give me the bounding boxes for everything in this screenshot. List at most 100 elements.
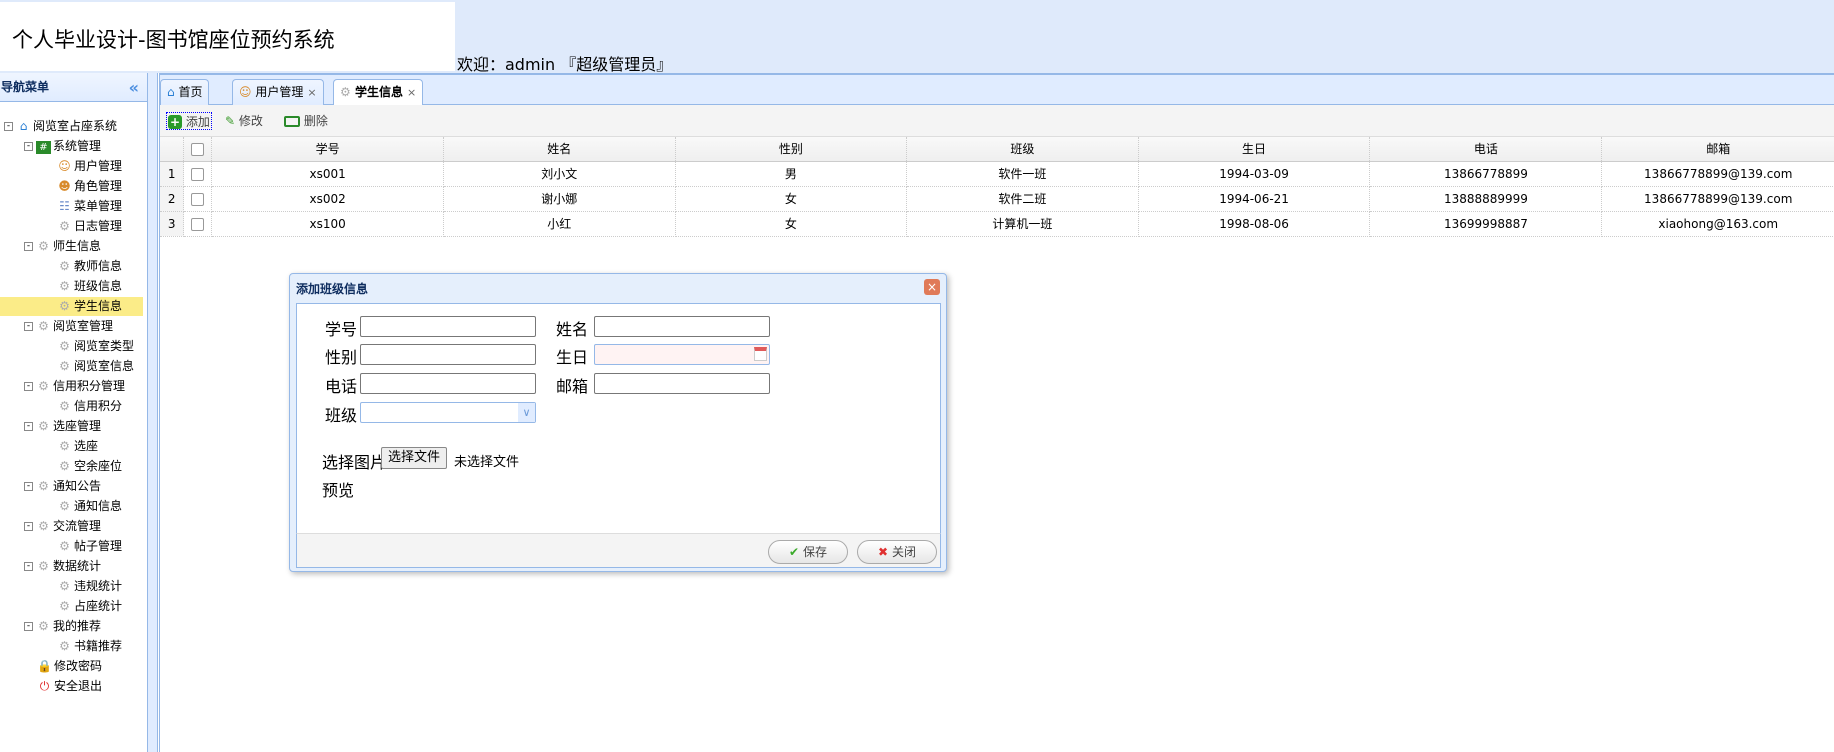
- collapse-toggle-icon[interactable]: -: [24, 142, 33, 151]
- email-input[interactable]: [594, 373, 770, 394]
- nav-item-label: 书籍推荐: [74, 639, 123, 653]
- home-icon: ⌂: [19, 119, 28, 133]
- collapse-icon[interactable]: «: [129, 73, 139, 102]
- nav-item[interactable]: - ⌂ 阅览室占座系统: [0, 117, 143, 136]
- nav-item[interactable]: ⚙ 空余座位: [0, 457, 143, 476]
- nav-item[interactable]: ⚙ 阅览室类型: [0, 337, 143, 356]
- calendar-icon[interactable]: [754, 347, 767, 361]
- nav-item[interactable]: ☺ 用户管理: [0, 157, 143, 176]
- add-button[interactable]: + 添加: [166, 112, 212, 130]
- nav-item[interactable]: ⚙ 帖子管理: [0, 537, 143, 556]
- collapse-toggle-icon[interactable]: -: [24, 382, 33, 391]
- nav-item[interactable]: - # 系统管理: [0, 137, 143, 156]
- gear-icon: ⚙: [59, 459, 70, 473]
- nav-item[interactable]: ⏻ 安全退出: [0, 677, 143, 696]
- collapse-toggle-icon[interactable]: -: [24, 242, 33, 251]
- collapse-toggle-icon[interactable]: -: [24, 622, 33, 631]
- table-cell: 13699998887: [1369, 211, 1603, 237]
- nav-item[interactable]: - ⚙ 我的推荐: [0, 617, 143, 636]
- nav-item-label: 通知信息: [74, 499, 123, 513]
- column-header[interactable]: 电话: [1369, 137, 1603, 162]
- nav-item[interactable]: ⚙ 阅览室信息: [0, 357, 143, 376]
- row-number: 2: [160, 186, 185, 212]
- gear-icon: ⚙: [59, 259, 70, 273]
- table-cell: 13866778899@139.com: [1601, 186, 1834, 212]
- nav-item[interactable]: - ⚙ 交流管理: [0, 517, 143, 536]
- close-icon[interactable]: ×: [407, 86, 416, 99]
- select-all-checkbox[interactable]: [183, 137, 213, 162]
- collapse-toggle-icon[interactable]: -: [24, 562, 33, 571]
- nav-item[interactable]: - ⚙ 数据统计: [0, 557, 143, 576]
- edit-label: 修改: [238, 114, 263, 128]
- column-header[interactable]: 邮箱: [1601, 137, 1834, 162]
- sno-label: 学号: [325, 320, 358, 339]
- chevron-down-icon[interactable]: ∨: [518, 403, 535, 422]
- column-header[interactable]: 生日: [1138, 137, 1371, 162]
- nav-item-label: 数据统计: [53, 559, 102, 573]
- tab-student-info[interactable]: ⚙ 学生信息 ×: [333, 79, 424, 107]
- row-checkbox[interactable]: [183, 186, 213, 212]
- nav-item[interactable]: ⚙ 教师信息: [0, 257, 143, 276]
- table-row[interactable]: 2 xs002 谢小娜女软件二班 1994-06-21 13888889999 13866…: [160, 186, 1834, 212]
- class-select[interactable]: ∨: [360, 402, 536, 423]
- nav-item[interactable]: ⚙ 信用积分: [0, 397, 143, 416]
- nav-item[interactable]: ☻ 角色管理: [0, 177, 143, 196]
- edit-button[interactable]: ✎ 修改: [225, 112, 263, 130]
- nav-item[interactable]: ⚙ 书籍推荐: [0, 637, 143, 656]
- table-row[interactable]: 1 xs001 刘小文男软件一班 1994-03-09 13866778899 13866…: [160, 161, 1834, 187]
- birthday-datebox[interactable]: [594, 344, 770, 365]
- row-checkbox[interactable]: [183, 211, 213, 237]
- gear-icon: ⚙: [59, 499, 70, 513]
- nav-item-label: 安全退出: [54, 679, 103, 693]
- nav-item-label: 班级信息: [74, 279, 123, 293]
- collapse-toggle-icon[interactable]: -: [24, 422, 33, 431]
- column-header[interactable]: 学号: [211, 137, 445, 162]
- nav-item[interactable]: ⚙ 违规统计: [0, 577, 143, 596]
- name-input[interactable]: [594, 316, 770, 337]
- nav-item[interactable]: ⚙ 日志管理: [0, 217, 143, 236]
- student-grid: 学号 姓名 性别 班级 生日 电话 邮箱 1 xs001 刘小文男软件一班 1994-03-09 1…: [160, 137, 1834, 237]
- nav-item-label: 教师信息: [74, 259, 123, 273]
- phone-input[interactable]: [360, 373, 536, 394]
- close-button[interactable]: ✖ 关闭: [857, 540, 937, 564]
- gear-icon: ⚙: [38, 479, 49, 493]
- tab-home[interactable]: ⌂ 首页: [160, 79, 210, 106]
- collapse-toggle-icon[interactable]: -: [24, 482, 33, 491]
- column-header[interactable]: 班级: [906, 137, 1139, 162]
- gender-input[interactable]: [360, 344, 536, 365]
- splitter[interactable]: [148, 73, 158, 752]
- save-button[interactable]: ✔ 保存: [768, 540, 848, 564]
- collapse-toggle-icon[interactable]: -: [4, 122, 13, 131]
- row-checkbox[interactable]: [183, 161, 213, 187]
- gear-icon: ⚙: [59, 279, 70, 293]
- nav-item[interactable]: 🔒 修改密码: [0, 657, 143, 676]
- choose-file-button[interactable]: 选择文件: [381, 447, 448, 469]
- nav-item[interactable]: ☷ 菜单管理: [0, 197, 143, 216]
- collapse-toggle-icon[interactable]: -: [24, 522, 33, 531]
- nav-item[interactable]: ⚙ 通知信息: [0, 497, 143, 516]
- nav-item[interactable]: - ⚙ 选座管理: [0, 417, 143, 436]
- nav-item-label: 信用积分: [74, 399, 123, 413]
- close-icon[interactable]: ×: [307, 86, 316, 99]
- column-header[interactable]: 姓名: [443, 137, 676, 162]
- delete-button[interactable]: 删除: [284, 112, 328, 130]
- nav-item[interactable]: - ⚙ 阅览室管理: [0, 317, 143, 336]
- nav-item[interactable]: ⚙ 占座统计: [0, 597, 143, 616]
- nav-item[interactable]: ⚙ 选座: [0, 437, 143, 456]
- nav-item[interactable]: ⚙ 班级信息: [0, 277, 143, 296]
- nav-item[interactable]: ⚙ 学生信息: [0, 297, 143, 316]
- nav-item[interactable]: - ⚙ 师生信息: [0, 237, 143, 256]
- nav-item[interactable]: - ⚙ 信用积分管理: [0, 377, 143, 396]
- close-icon[interactable]: ×: [924, 279, 940, 295]
- gear-icon: ⚙: [38, 619, 49, 633]
- sno-input[interactable]: [360, 316, 536, 337]
- collapse-toggle-icon[interactable]: -: [24, 322, 33, 331]
- table-row[interactable]: 3 xs100 小红女计算机一班 1998-08-06 13699998887 xiaoh…: [160, 211, 1834, 237]
- nav-item[interactable]: - ⚙ 通知公告: [0, 477, 143, 496]
- column-header[interactable]: 性别: [675, 137, 908, 162]
- tab-user-management[interactable]: ☺ 用户管理 ×: [232, 79, 324, 106]
- header: 个人毕业设计-图书馆座位预约系统 欢迎：admin 『超级管理员』: [0, 0, 1834, 74]
- nav-item-label: 菜单管理: [74, 199, 123, 213]
- nav-item-label: 帖子管理: [74, 539, 123, 553]
- table-cell: 软件二班: [906, 186, 1139, 212]
